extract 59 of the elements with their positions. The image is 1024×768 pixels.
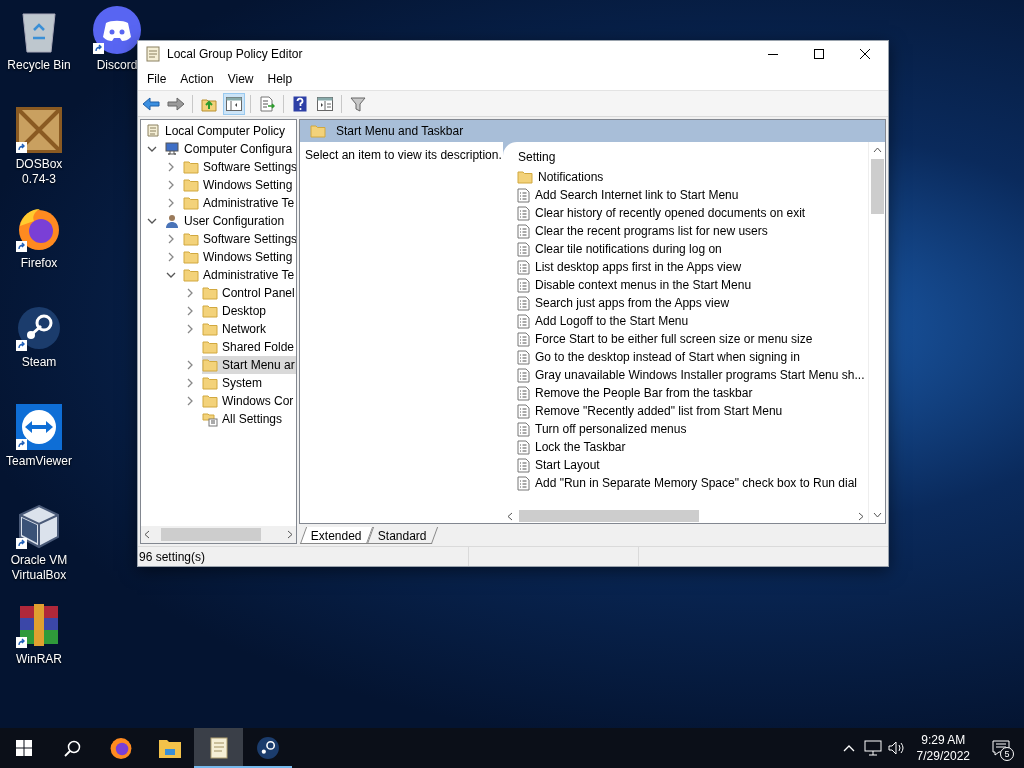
tree-item[interactable]: Desktop bbox=[202, 302, 271, 320]
tree-item[interactable]: Local Computer Policy bbox=[145, 122, 290, 140]
tree-item[interactable]: Administrative Te bbox=[183, 266, 296, 284]
notification-count: 5 bbox=[1000, 747, 1014, 761]
setting-row[interactable]: Start Layout bbox=[535, 456, 600, 474]
tree-item[interactable]: All Settings bbox=[202, 410, 287, 428]
setting-row[interactable]: Remove "Recently added" list from Start Menu bbox=[535, 402, 783, 420]
setting-row[interactable]: Add Logoff to the Start Menu bbox=[535, 312, 689, 330]
setting-row[interactable]: Remove the People Bar from the taskbar bbox=[535, 384, 753, 402]
menu-item[interactable]: View bbox=[220, 69, 261, 88]
clock-time: 9:29 AM bbox=[921, 732, 966, 748]
setting-row[interactable]: List desktop apps first in the Apps view bbox=[535, 258, 742, 276]
setting-row[interactable]: Disable context menus in the Start Menu bbox=[535, 276, 752, 294]
tree-item[interactable]: Computer Configura bbox=[164, 140, 296, 158]
setting-row[interactable]: Clear history of recently opened documents on exit bbox=[535, 204, 806, 222]
notifications-button[interactable]: 5 bbox=[978, 728, 1024, 768]
status-text: 96 setting(s) bbox=[138, 548, 207, 566]
pane-title: Start Menu and Taskbar bbox=[336, 123, 464, 140]
tree-item[interactable]: Windows Setting bbox=[183, 176, 296, 194]
setting-row[interactable]: Search just apps from the Apps view bbox=[535, 294, 730, 312]
tree-item[interactable]: System bbox=[202, 374, 266, 392]
tree-item[interactable]: Software Settings bbox=[183, 230, 296, 248]
menu-item[interactable]: File bbox=[140, 69, 174, 88]
desktop-icon-label[interactable]: TeamViewer bbox=[6, 454, 72, 469]
desktop-icon-label[interactable]: Firefox bbox=[20, 256, 58, 271]
menu-item[interactable]: Help bbox=[260, 69, 300, 88]
desktop-icon-label[interactable]: Discord bbox=[96, 58, 138, 73]
tree-item[interactable]: Software Settings bbox=[183, 158, 296, 176]
setting-row[interactable]: Go to the desktop instead of Start when signing in bbox=[535, 348, 800, 366]
tree-item[interactable]: Shared Folde bbox=[202, 338, 296, 356]
desktop-icon-label[interactable]: WinRAR bbox=[16, 652, 62, 667]
tree-item[interactable]: Start Menu ar bbox=[202, 356, 296, 374]
clock-date: 7/29/2022 bbox=[916, 748, 970, 764]
tree-item[interactable]: Network bbox=[202, 320, 270, 338]
window-title: Local Group Policy Editor bbox=[167, 46, 303, 63]
setting-row[interactable]: Turn off personalized menus bbox=[535, 420, 687, 438]
menu-item[interactable]: Action bbox=[173, 69, 221, 88]
clock[interactable]: 9:29 AM 7/29/2022 bbox=[908, 732, 978, 764]
setting-row[interactable]: Clear tile notifications during log on bbox=[535, 240, 722, 258]
tree-item[interactable]: Administrative Te bbox=[183, 194, 296, 212]
tree-item[interactable]: Windows Cor bbox=[202, 392, 296, 410]
column-header[interactable]: Setting bbox=[518, 148, 868, 168]
desktop-icon-label[interactable]: DOSBox 0.74-3 bbox=[1, 157, 77, 187]
description-text: Select an item to view its description. bbox=[305, 148, 502, 162]
setting-row[interactable]: Clear the recent programs list for new users bbox=[535, 222, 768, 240]
tree-item[interactable]: Windows Setting bbox=[183, 248, 296, 266]
setting-row[interactable]: Add Search Internet link to Start Menu bbox=[535, 186, 739, 204]
setting-row[interactable]: Force Start to be either full screen size or menu size bbox=[535, 330, 813, 348]
setting-row[interactable]: Gray unavailable Windows Installer programs Start Menu sh... bbox=[535, 366, 865, 384]
desktop-icon-label[interactable]: Oracle VM VirtualBox bbox=[1, 553, 77, 583]
tree-item[interactable]: Control Panel bbox=[202, 284, 296, 302]
setting-row[interactable]: Lock the Taskbar bbox=[535, 438, 626, 456]
setting-row[interactable]: Notifications bbox=[538, 168, 604, 186]
view-tab[interactable]: Extended bbox=[299, 527, 373, 544]
desktop-icon-label[interactable]: Steam bbox=[21, 355, 57, 370]
setting-row[interactable]: Add "Run in Separate Memory Space" check box to Run dial bbox=[535, 474, 858, 492]
desktop-icon-label[interactable]: Recycle Bin bbox=[7, 58, 71, 73]
tree-item[interactable]: User Configuration bbox=[164, 212, 289, 230]
view-tab[interactable]: Standard bbox=[366, 527, 438, 544]
